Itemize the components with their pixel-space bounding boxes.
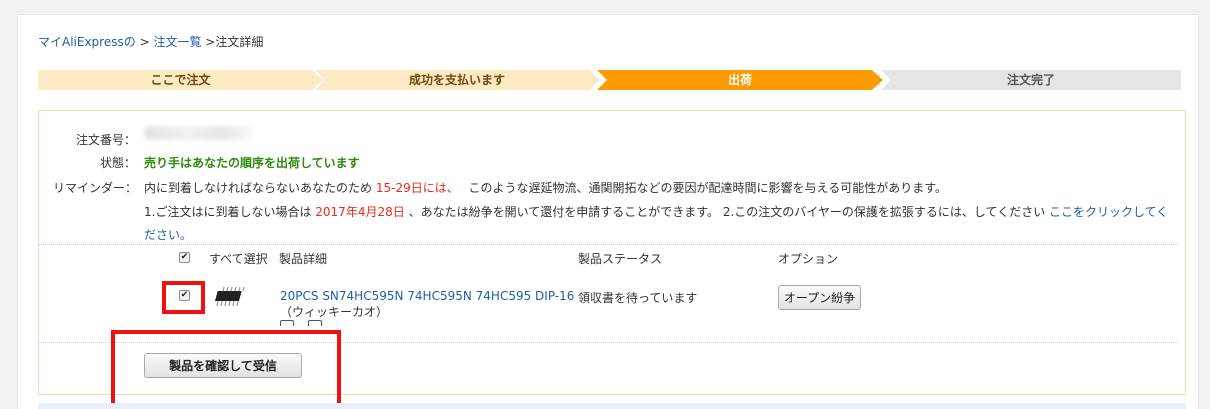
open-dispute-button[interactable]: オープン紛争 — [778, 285, 861, 310]
product-tool-icons — [280, 320, 322, 326]
status-label: 状態： — [99, 156, 136, 170]
reminder-text: 内に到着しなければならないあなたのため — [144, 181, 373, 195]
breadcrumb-order-list[interactable]: 注文一覧 — [153, 35, 201, 49]
product-title-link[interactable]: 20PCS SN74HC595N 74HC595N 74HC595 DIP-16 — [280, 289, 574, 303]
col-status-header: 製品ステータス — [578, 252, 663, 266]
reminder-line-1: 内に到着しなければならないあなたのため 15-29日には、 このような遅延物流、… — [144, 179, 947, 196]
breadcrumb-separator: > — [135, 35, 154, 49]
reminder-days: 15-29日には、 — [375, 181, 459, 195]
status-value: 売り手はあなたの順序を出荷しています — [144, 156, 360, 170]
order-number-label: 注文番号： — [75, 133, 136, 147]
select-all-checkbox[interactable]: ✔ — [179, 252, 190, 263]
breadcrumb-current: 注文詳細 — [215, 35, 264, 49]
step-label: 成功を支払います — [408, 73, 505, 87]
reminder-deadline: 2017年4月28日 — [315, 205, 405, 219]
order-progress-steps: ここで注文 成功を支払います 出荷 注文完了 — [38, 70, 1181, 90]
highlight-box — [111, 330, 341, 409]
breadcrumb-separator: > — [201, 35, 216, 49]
message-icon[interactable] — [307, 320, 322, 326]
breadcrumb: マイAliExpressの > 注文一覧 >注文詳細 — [38, 33, 263, 50]
breadcrumb-my-aliexpress[interactable]: マイAliExpressの — [38, 35, 136, 49]
col-options-header: オプション — [778, 252, 839, 266]
product-status: 領収書を待っています — [578, 291, 698, 305]
reminder-label: リマインダー： — [52, 181, 137, 195]
step-label: ここで注文 — [150, 73, 211, 87]
reminder-line-2: 1.ご注文はに到着しない場合は 2017年4月28日 、あなたは紛争を開いて還付… — [144, 203, 1168, 220]
step-paid: 成功を支払います — [314, 70, 600, 90]
reminder-text: このような遅延物流、通関開拓などの要因が配達時間に影響を与える可能性があります。 — [468, 181, 947, 195]
reminder-text: 、あなたは紛争を開いて還付を申請することができます。 2.この注文のバイヤーの保… — [408, 205, 1046, 219]
next-section-edge — [38, 403, 1186, 409]
step-shipping: 出荷 — [597, 70, 883, 90]
extend-protection-link-cont[interactable]: ださい。 — [144, 226, 192, 243]
product-variant: （ウィッキーカオ） — [280, 305, 389, 319]
step-label: 注文完了 — [1006, 73, 1055, 87]
step-ordered: ここで注文 — [38, 70, 323, 90]
reminder-text: 1.ご注文はに到着しない場合は — [144, 205, 312, 219]
highlight-box — [162, 281, 205, 314]
col-product-header: 製品詳細 — [279, 252, 328, 266]
snapshot-icon[interactable] — [280, 320, 294, 326]
product-thumbnail[interactable] — [213, 286, 249, 308]
order-number-redacted — [144, 126, 254, 140]
divider — [38, 244, 1178, 245]
extend-protection-link[interactable]: ここをクリックしてく — [1049, 205, 1168, 219]
select-all-label: すべて選択 — [209, 252, 268, 266]
step-complete: 注文完了 — [881, 70, 1181, 90]
step-label: 出荷 — [727, 73, 752, 87]
